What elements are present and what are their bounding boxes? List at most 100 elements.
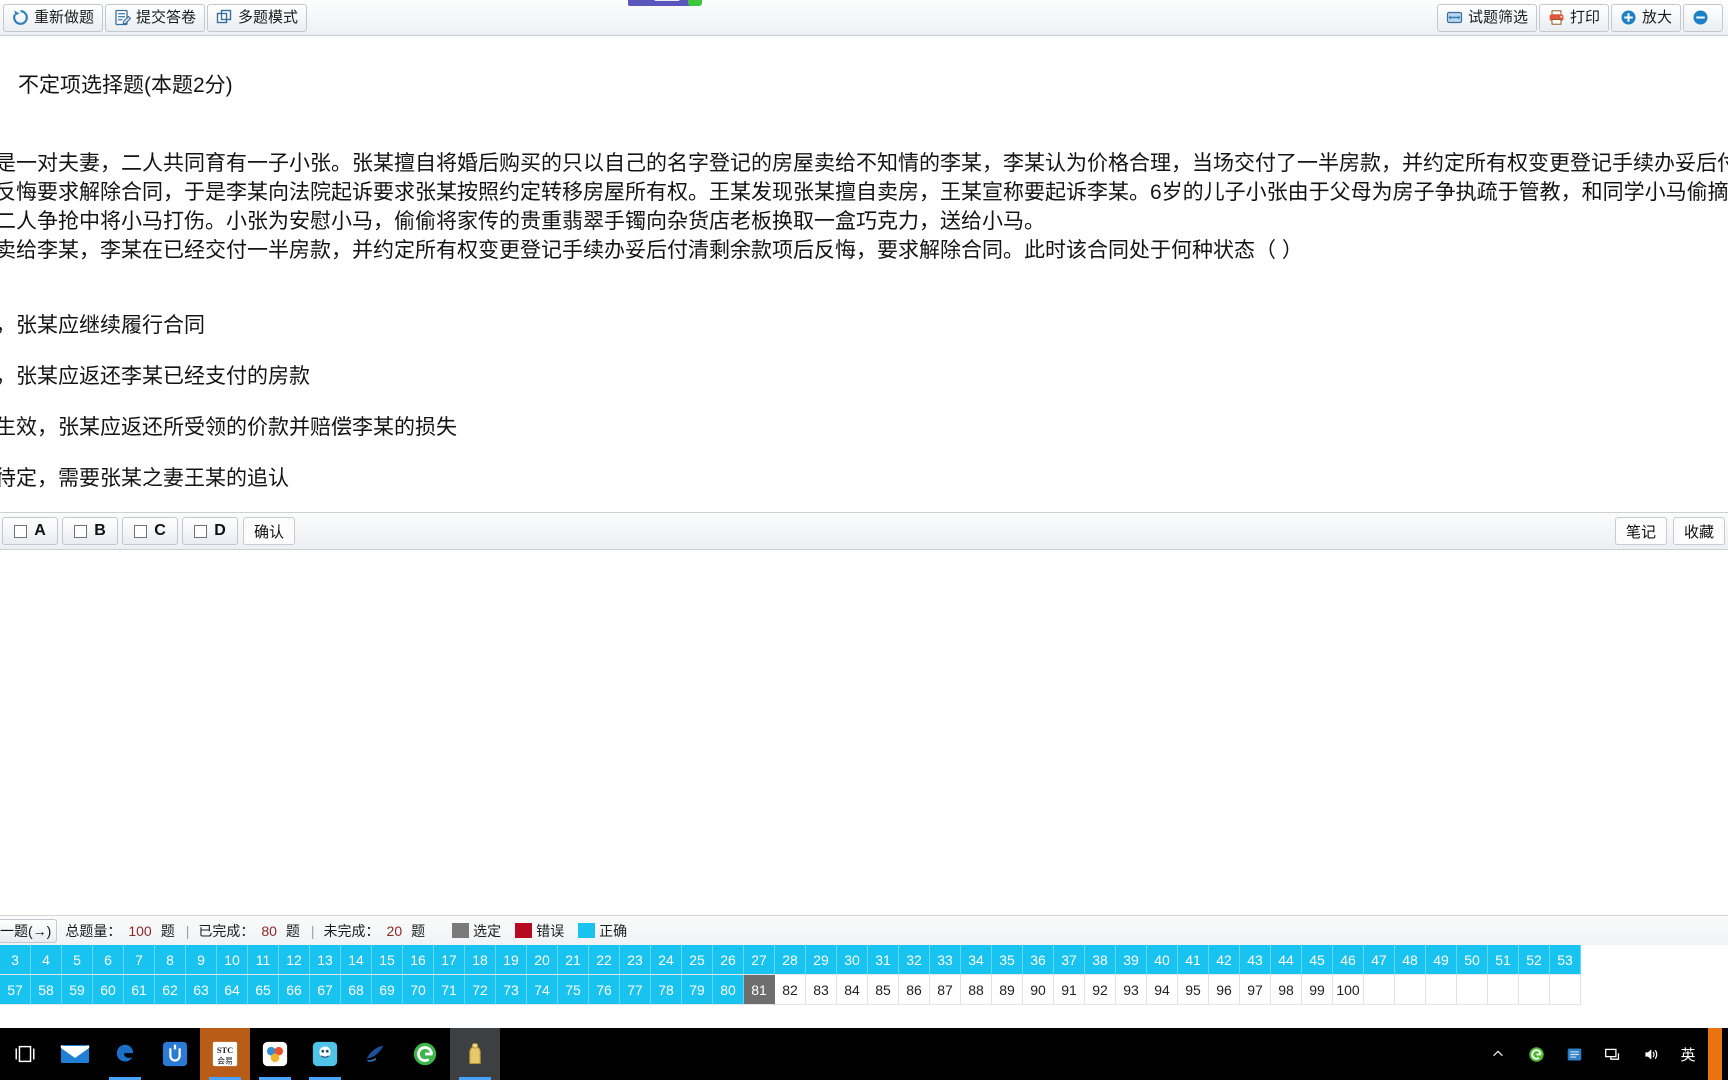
chevron-up-icon[interactable] <box>1480 1028 1516 1080</box>
question-cell[interactable]: 35 <box>992 945 1023 975</box>
question-cell[interactable]: 100 <box>1333 975 1364 1005</box>
question-cell[interactable]: 59 <box>62 975 93 1005</box>
question-cell[interactable]: 23 <box>620 945 651 975</box>
question-cell[interactable]: 60 <box>93 975 124 1005</box>
question-cell[interactable]: 51 <box>1488 945 1519 975</box>
question-cell[interactable]: 47 <box>1364 945 1395 975</box>
volume-icon[interactable] <box>1632 1028 1668 1080</box>
question-cell[interactable]: 20 <box>527 945 558 975</box>
question-cell[interactable]: 64 <box>217 975 248 1005</box>
option-item-a[interactable]: 效，张某应继续履行合同 <box>0 311 1728 362</box>
question-cell[interactable]: 25 <box>682 945 713 975</box>
question-cell[interactable]: 42 <box>1209 945 1240 975</box>
answer-choice-a[interactable]: A <box>2 517 58 545</box>
question-cell[interactable]: 9 <box>186 945 217 975</box>
question-cell[interactable]: 94 <box>1147 975 1178 1005</box>
question-cell[interactable]: 99 <box>1302 975 1333 1005</box>
question-cell[interactable]: 52 <box>1519 945 1550 975</box>
question-cell[interactable]: 95 <box>1178 975 1209 1005</box>
question-cell[interactable]: 11 <box>248 945 279 975</box>
option-item-b[interactable]: 效，张某应返还李某已经支付的房款 <box>0 362 1728 413</box>
dark-blue-app-icon[interactable] <box>350 1028 400 1080</box>
floating-widget-stub[interactable] <box>628 0 702 6</box>
question-cell[interactable]: 90 <box>1023 975 1054 1005</box>
question-cell[interactable]: 26 <box>713 945 744 975</box>
option-item-d[interactable]: 力待定，需要张某之妻王某的追认 <box>0 464 1728 515</box>
question-cell[interactable]: 92 <box>1085 975 1116 1005</box>
question-cell[interactable]: 75 <box>558 975 589 1005</box>
stc-app-icon[interactable]: STC 会易 <box>200 1028 250 1080</box>
question-cell[interactable]: 16 <box>403 945 434 975</box>
question-cell[interactable]: 80 <box>713 975 744 1005</box>
gold-app-icon[interactable] <box>450 1028 500 1080</box>
question-cell[interactable]: 19 <box>496 945 527 975</box>
question-cell[interactable]: 34 <box>961 945 992 975</box>
confirm-button[interactable]: 确认 <box>243 517 296 545</box>
question-cell[interactable]: 65 <box>248 975 279 1005</box>
question-cell[interactable]: 89 <box>992 975 1023 1005</box>
colorful-app-icon[interactable] <box>250 1028 300 1080</box>
question-cell[interactable]: 13 <box>310 945 341 975</box>
question-cell[interactable]: 91 <box>1054 975 1085 1005</box>
question-cell[interactable]: 10 <box>217 945 248 975</box>
question-cell-current[interactable]: 81 <box>744 975 775 1005</box>
favorite-button[interactable]: 收藏 <box>1672 517 1725 545</box>
question-cell[interactable]: 17 <box>434 945 465 975</box>
answer-choice-d[interactable]: D <box>182 517 238 545</box>
question-cell[interactable]: 8 <box>155 945 186 975</box>
question-cell[interactable]: 29 <box>806 945 837 975</box>
tray-overflow-tab[interactable] <box>1708 1028 1722 1080</box>
question-cell[interactable]: 78 <box>651 975 682 1005</box>
question-cell[interactable]: 76 <box>589 975 620 1005</box>
redo-questions-button[interactable]: 重新做题 <box>3 3 104 32</box>
question-cell[interactable]: 70 <box>403 975 434 1005</box>
question-cell[interactable]: 12 <box>279 945 310 975</box>
edge-browser-icon[interactable] <box>100 1028 150 1080</box>
question-cell[interactable]: 4 <box>31 945 62 975</box>
question-cell[interactable]: 15 <box>372 945 403 975</box>
question-cell[interactable]: 58 <box>31 975 62 1005</box>
question-cell[interactable]: 3 <box>0 945 31 975</box>
question-cell[interactable]: 96 <box>1209 975 1240 1005</box>
question-cell[interactable]: 61 <box>124 975 155 1005</box>
question-cell[interactable]: 87 <box>930 975 961 1005</box>
question-cell[interactable]: 68 <box>341 975 372 1005</box>
print-button[interactable]: 打印 <box>1538 3 1609 32</box>
zoom-in-button[interactable]: 放大 <box>1610 3 1681 32</box>
ime-indicator[interactable]: 英 <box>1670 1028 1706 1080</box>
question-cell[interactable]: 97 <box>1240 975 1271 1005</box>
blue-character-app-icon[interactable] <box>300 1028 350 1080</box>
question-cell[interactable]: 31 <box>868 945 899 975</box>
green-browser-icon[interactable] <box>400 1028 450 1080</box>
question-cell[interactable]: 84 <box>837 975 868 1005</box>
note-button[interactable]: 笔记 <box>1614 517 1667 545</box>
zoom-out-button[interactable] <box>1683 3 1723 32</box>
question-cell[interactable]: 73 <box>496 975 527 1005</box>
question-cell[interactable]: 50 <box>1457 945 1488 975</box>
question-cell[interactable]: 6 <box>93 945 124 975</box>
mail-icon[interactable] <box>50 1028 100 1080</box>
question-cell[interactable]: 24 <box>651 945 682 975</box>
submit-paper-button[interactable]: 提交答卷 <box>105 3 206 32</box>
question-cell[interactable]: 32 <box>899 945 930 975</box>
question-cell[interactable]: 74 <box>527 975 558 1005</box>
answer-choice-b[interactable]: B <box>62 517 118 545</box>
checkbox-c-icon[interactable] <box>134 524 148 538</box>
question-cell[interactable]: 62 <box>155 975 186 1005</box>
question-cell[interactable]: 44 <box>1271 945 1302 975</box>
question-cell[interactable]: 88 <box>961 975 992 1005</box>
question-cell[interactable]: 40 <box>1147 945 1178 975</box>
question-cell[interactable]: 67 <box>310 975 341 1005</box>
question-cell[interactable]: 57 <box>0 975 31 1005</box>
question-cell[interactable]: 38 <box>1085 945 1116 975</box>
question-cell[interactable]: 39 <box>1116 945 1147 975</box>
question-cell[interactable]: 85 <box>868 975 899 1005</box>
checkbox-b-icon[interactable] <box>74 524 88 538</box>
question-cell[interactable]: 7 <box>124 945 155 975</box>
question-cell[interactable]: 79 <box>682 975 713 1005</box>
question-cell[interactable]: 28 <box>775 945 806 975</box>
question-cell[interactable]: 27 <box>744 945 775 975</box>
question-cell[interactable]: 69 <box>372 975 403 1005</box>
question-cell[interactable]: 41 <box>1178 945 1209 975</box>
question-cell[interactable]: 14 <box>341 945 372 975</box>
